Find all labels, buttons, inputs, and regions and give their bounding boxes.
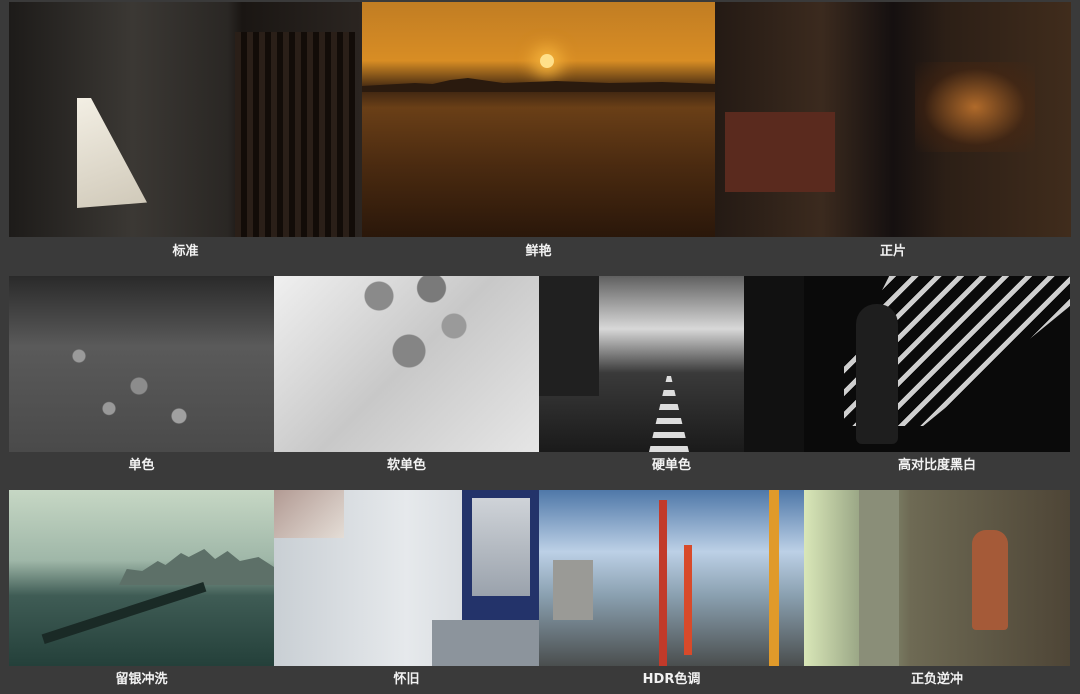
photo-soft-mono[interactable] [274, 276, 539, 452]
caption-bleach-bypass: 留银冲洗 [115, 672, 168, 687]
caption-hard-mono: 硬单色 [651, 458, 691, 473]
sun [540, 54, 554, 68]
caption-soft-mono: 软单色 [386, 458, 426, 473]
building [553, 560, 593, 620]
door-lattice [235, 32, 355, 237]
caption-high-contrast-bw: 高对比度黑白 [897, 458, 976, 473]
photo-cross-process[interactable] [804, 490, 1070, 666]
shop-glow [915, 62, 1035, 152]
photo-positive[interactable] [715, 2, 1071, 237]
pillar [859, 490, 899, 666]
wall-sign [274, 490, 344, 538]
crane-1 [659, 500, 667, 666]
building-right [744, 276, 804, 452]
tower [684, 545, 692, 655]
photo-hard-mono[interactable] [539, 276, 804, 452]
distant-city [119, 549, 274, 585]
pier [41, 581, 207, 645]
window-glass [472, 498, 530, 596]
person-silhouette [856, 304, 898, 444]
photo-high-contrast-bw[interactable] [804, 276, 1070, 452]
ledge [432, 620, 539, 666]
photo-hdr-tone[interactable] [539, 490, 804, 666]
caption-positive: 正片 [879, 244, 906, 259]
building-left [539, 276, 599, 396]
photo-mono[interactable] [9, 276, 274, 452]
window-frame [462, 490, 539, 620]
path-dapples [39, 296, 239, 446]
photo-standard[interactable] [9, 2, 362, 237]
caption-cross-process: 正负逆冲 [910, 672, 963, 687]
caption-retro: 怀旧 [393, 672, 420, 687]
skyline [362, 78, 715, 92]
road-lines [649, 376, 689, 452]
photo-vivid[interactable] [362, 2, 715, 237]
mannequin [972, 530, 1008, 630]
caption-hdr-tone: HDR色调 [642, 672, 701, 687]
photo-bleach-bypass[interactable] [9, 490, 274, 666]
caption-vivid: 鲜艳 [525, 244, 552, 259]
photo-retro[interactable] [274, 490, 539, 666]
light-patch [77, 98, 147, 208]
caption-mono: 单色 [128, 458, 155, 473]
flower-heads [334, 276, 484, 376]
stall-left [725, 112, 835, 192]
caption-standard: 标准 [172, 244, 199, 259]
crane-2 [769, 490, 779, 666]
